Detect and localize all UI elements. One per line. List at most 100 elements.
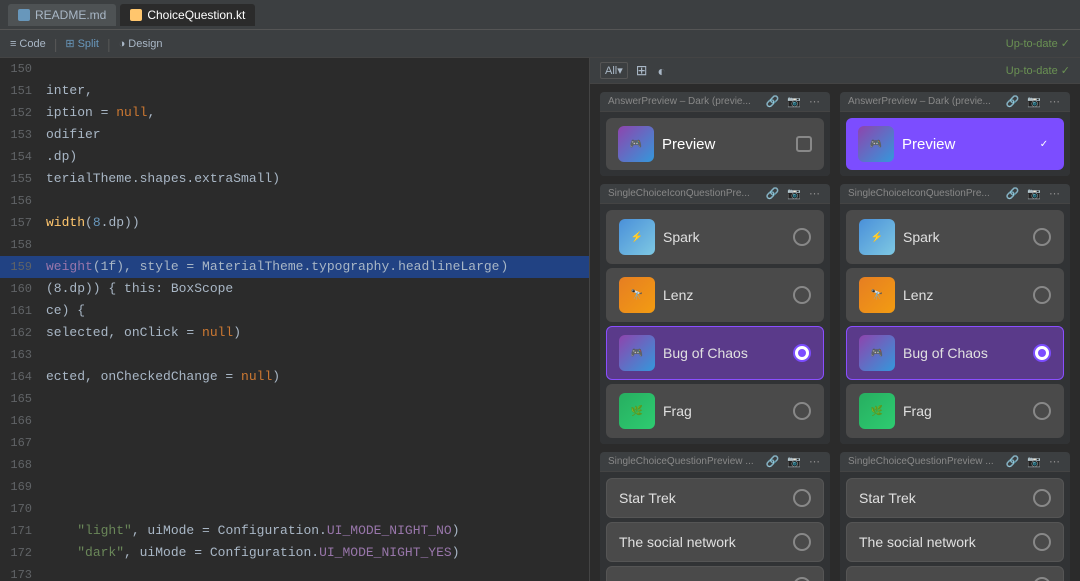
choice-lenz-right: 🔭 Lenz (859, 277, 933, 313)
code-icon: ≡ (10, 38, 16, 50)
text-choice-social-left: The social network (606, 522, 824, 562)
text-more-btn-left[interactable]: ⋯ (807, 455, 822, 468)
line-num-157: 157 (0, 212, 42, 234)
answer-preview-right-title: AnswerPreview – Dark (previe... (848, 96, 991, 107)
single-choice-icon-left: SingleChoiceIconQuestionPre... 🔗 📷 ⋯ ⚡ (600, 184, 830, 444)
answer-preview-left-title: AnswerPreview – Dark (previe... (608, 96, 751, 107)
line-num-162: 162 (0, 322, 42, 344)
preview-col-right: AnswerPreview – Dark (previe... 🔗 📷 ⋯ 🎮 (840, 92, 1070, 581)
choice-snap-btn[interactable]: 📷 (785, 187, 803, 200)
link-icon-btn[interactable]: 🔗 (764, 95, 782, 108)
line-num-159: 159 (0, 256, 42, 278)
text-snap-btn-right[interactable]: 📷 (1025, 455, 1043, 468)
line-num-160: 160 (0, 278, 42, 300)
preview-tool-1[interactable]: ⊞ (634, 62, 650, 79)
text-choice-social-right: The social network (846, 522, 1064, 562)
code-line-151: 151 inter, (0, 80, 589, 102)
section-icons-choice-right: 🔗 📷 ⋯ (1004, 187, 1062, 200)
line-num-152: 152 (0, 102, 42, 124)
split-view-button[interactable]: ⊞ Split (65, 37, 99, 50)
choice-link-btn-right[interactable]: 🔗 (1004, 187, 1022, 200)
code-line-161: 161 ce) { (0, 300, 589, 322)
line-content-160: (8.dp)) { this: BoxScope (42, 278, 589, 300)
preview-tool-2[interactable]: ◐ (655, 63, 667, 79)
choice-link-btn[interactable]: 🔗 (764, 187, 782, 200)
code-scroll[interactable]: 150 151 inter, 152 iption = null, 153 od… (0, 58, 589, 581)
code-label: Code (19, 38, 45, 50)
radio-chaos-right (1033, 344, 1051, 362)
readme-icon (18, 9, 30, 21)
line-num-150: 150 (0, 58, 42, 80)
single-choice-text-left-title: SingleChoiceQuestionPreview ... (608, 456, 754, 467)
status-text: Up-to-date ✓ (1006, 37, 1070, 50)
single-choice-icon-right-header: SingleChoiceIconQuestionPre... 🔗 📷 ⋯ (840, 184, 1070, 204)
text-link-btn-left[interactable]: 🔗 (764, 455, 782, 468)
choice-more-btn[interactable]: ⋯ (807, 187, 822, 200)
single-choice-text-right-header: SingleChoiceQuestionPreview ... 🔗 📷 ⋯ (840, 452, 1070, 472)
choice-snap-btn-right[interactable]: 📷 (1025, 187, 1043, 200)
code-line-162: 162 selected, onClick = null) (0, 322, 589, 344)
choice-spark-label-right: Spark (903, 229, 940, 245)
answer-preview-right-body: 🎮 Preview ✓ (840, 112, 1070, 176)
avatar-chaos-left: 🎮 (619, 335, 655, 371)
answer-preview-right-label: Preview (902, 136, 955, 153)
snap-icon-btn[interactable]: 📷 (785, 95, 803, 108)
avatar-frag-right: 🌿 (859, 393, 895, 429)
choice-spark-label: Spark (663, 229, 700, 245)
all-select-button[interactable]: All▾ (600, 62, 628, 79)
avatar-chaos-right: 🎮 (859, 335, 895, 371)
choice-right-spark: ⚡ Spark (846, 210, 1064, 264)
code-line-171: 171 "light", uiMode = Configuration.UI_M… (0, 520, 589, 542)
more-icon-btn-right[interactable]: ⋯ (1047, 95, 1062, 108)
text-radio-strek-left (793, 489, 811, 507)
kotlin-icon (130, 9, 142, 21)
split-label: Split (78, 38, 99, 50)
line-content-152: iption = null, (42, 102, 589, 124)
uncheck-icon-left (796, 136, 812, 152)
single-choice-icon-left-header: SingleChoiceIconQuestionPre... 🔗 📷 ⋯ (600, 184, 830, 204)
code-line-165: 165 (0, 388, 589, 410)
line-content-154: .dp) (42, 146, 589, 168)
answer-card-right-content: 🎮 Preview (858, 126, 955, 162)
choice-spark-right: ⚡ Spark (859, 219, 940, 255)
preview-panel[interactable]: AnswerPreview – Dark (previe... 🔗 📷 ⋯ 🎮 (590, 84, 1080, 581)
line-num-151: 151 (0, 80, 42, 102)
separator-2: | (107, 36, 111, 52)
tab-choicequestion[interactable]: ChoiceQuestion.kt (120, 4, 255, 26)
choice-more-btn-right[interactable]: ⋯ (1047, 187, 1062, 200)
text-radio-social-left (793, 533, 811, 551)
avatar-lenz-left: 🔭 (619, 277, 655, 313)
design-view-button[interactable]: ◑ Design (119, 38, 163, 50)
choice-left-chaos: 🎮 Bug of Chaos (606, 326, 824, 380)
more-icon-btn[interactable]: ⋯ (807, 95, 822, 108)
choice-left-lenz: 🔭 Lenz (606, 268, 824, 322)
section-icons-text-right: 🔗 📷 ⋯ (1004, 455, 1062, 468)
line-num-168: 168 (0, 454, 42, 476)
avatar-lenz-right: 🔭 (859, 277, 895, 313)
design-icon: ◑ (119, 38, 126, 50)
tab-choicequestion-label: ChoiceQuestion.kt (147, 8, 245, 22)
link-icon-btn-right[interactable]: 🔗 (1004, 95, 1022, 108)
line-content-153: odifier (42, 124, 589, 146)
text-more-btn-right[interactable]: ⋯ (1047, 455, 1062, 468)
tab-readme[interactable]: README.md (8, 4, 116, 26)
line-num-163: 163 (0, 344, 42, 366)
code-line-150: 150 (0, 58, 589, 80)
text-label-strek-right: Star Trek (859, 490, 916, 506)
text-radio-future-left (793, 577, 811, 581)
snap-icon-btn-right[interactable]: 📷 (1025, 95, 1043, 108)
text-link-btn-right[interactable]: 🔗 (1004, 455, 1022, 468)
answer-preview-left-label: Preview (662, 136, 715, 153)
answer-card-left: 🎮 Preview (606, 118, 824, 170)
code-line-164: 164 ected, onCheckedChange = null) (0, 366, 589, 388)
choice-chaos-right: 🎮 Bug of Chaos (859, 335, 988, 371)
checked-icon-right: ✓ (1036, 136, 1052, 152)
text-label-strek-left: Star Trek (619, 490, 676, 506)
code-line-155: 155 terialTheme.shapes.extraSmall) (0, 168, 589, 190)
line-num-169: 169 (0, 476, 42, 498)
code-view-button[interactable]: ≡ Code (10, 38, 46, 50)
preview-columns: AnswerPreview – Dark (previe... 🔗 📷 ⋯ 🎮 (600, 92, 1070, 581)
answer-preview-left-header: AnswerPreview – Dark (previe... 🔗 📷 ⋯ (600, 92, 830, 112)
section-icons-text-left: 🔗 📷 ⋯ (764, 455, 822, 468)
text-snap-btn-left[interactable]: 📷 (785, 455, 803, 468)
